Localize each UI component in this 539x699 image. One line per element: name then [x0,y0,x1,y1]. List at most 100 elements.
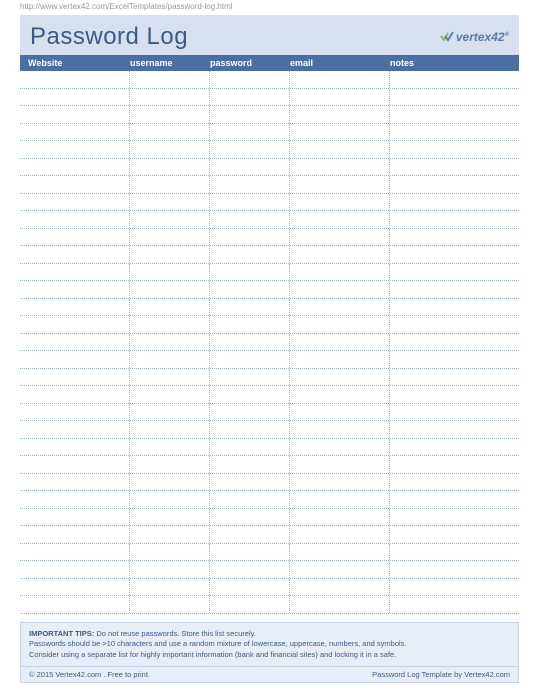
title-block: Password Log vertex42® [20,15,519,55]
table-cell [390,526,519,543]
table-row [20,106,519,124]
source-url: http://www.vertex42.com/ExcelTemplates/p… [0,0,539,15]
table-cell [20,544,130,561]
table-cell [290,106,390,123]
table-cell [210,561,290,578]
tips-line-1: Do not reuse passwords. Store this list … [96,629,256,638]
table-cell [290,561,390,578]
table-row [20,544,519,562]
tips-label: IMPORTANT TIPS: [29,629,94,638]
table-cell [130,369,210,386]
table-cell [20,526,130,543]
table-cell [210,176,290,193]
table-cell [290,124,390,141]
table-cell [130,264,210,281]
table-cell [210,544,290,561]
table-cell [390,596,519,613]
table-cell [210,211,290,228]
table-row [20,421,519,439]
table-cell [20,404,130,421]
table-row [20,334,519,352]
table-row [20,316,519,334]
table-cell [290,89,390,106]
table-row [20,369,519,387]
table-cell [130,229,210,246]
table-cell [390,439,519,456]
table-row [20,194,519,212]
table-cell [290,369,390,386]
table-cell [130,334,210,351]
table-cell [130,159,210,176]
table-cell [390,474,519,491]
footer: © 2015 Vertex42.com . Free to print. Pas… [20,667,519,683]
table-cell [210,71,290,88]
table-cell [210,439,290,456]
table-cell [130,439,210,456]
table-cell [210,264,290,281]
table-cell [390,194,519,211]
table-cell [130,316,210,333]
table-cell [130,106,210,123]
table-cell [390,544,519,561]
table-cell [210,124,290,141]
table-cell [130,246,210,263]
table-cell [210,491,290,508]
table-cell [210,369,290,386]
table-cell [390,89,519,106]
table-cell [20,246,130,263]
vertex42-logo: vertex42® [440,30,509,44]
table-cell [290,316,390,333]
table-cell [390,141,519,158]
table-row [20,579,519,597]
table-cell [130,561,210,578]
table-cell [290,439,390,456]
table-cell [290,526,390,543]
table-row [20,474,519,492]
table-cell [210,386,290,403]
table-cell [20,141,130,158]
table-cell [390,579,519,596]
table-cell [290,491,390,508]
table-row [20,141,519,159]
table-cell [130,456,210,473]
table-cell [210,474,290,491]
table-cell [390,491,519,508]
table-cell [20,509,130,526]
table-cell [390,561,519,578]
table-cell [20,124,130,141]
table-row [20,491,519,509]
table-cell [20,299,130,316]
table-cell [20,369,130,386]
table-cell [130,141,210,158]
page-title: Password Log [30,23,188,51]
table-cell [210,299,290,316]
document-page: Password Log vertex42® Website username … [0,15,539,683]
table-cell [390,124,519,141]
table-cell [290,159,390,176]
table-cell [390,264,519,281]
table-cell [290,141,390,158]
table-cell [130,124,210,141]
table-cell [390,509,519,526]
table-cell [290,509,390,526]
table-cell [290,579,390,596]
table-cell [130,526,210,543]
table-cell [390,421,519,438]
password-table-body [20,71,519,614]
footer-copyright: © 2015 Vertex42.com . Free to print. [29,670,150,679]
column-header-password: password [210,58,290,68]
table-cell [210,106,290,123]
table-cell [130,579,210,596]
table-cell [20,596,130,613]
table-row [20,439,519,457]
table-cell [390,229,519,246]
table-cell [290,176,390,193]
table-cell [130,176,210,193]
column-header-notes: notes [390,58,519,68]
table-cell [210,421,290,438]
table-cell [290,299,390,316]
table-cell [390,159,519,176]
table-cell [20,456,130,473]
table-cell [290,456,390,473]
table-cell [210,526,290,543]
